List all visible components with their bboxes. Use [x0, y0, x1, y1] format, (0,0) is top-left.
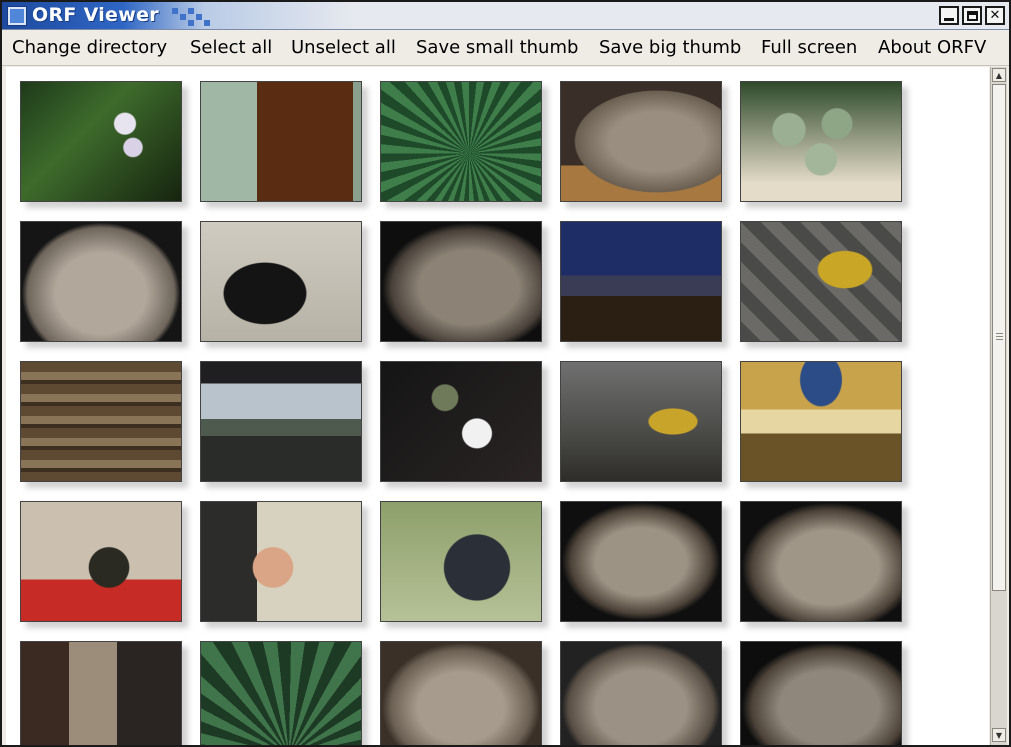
thumbnail[interactable] — [740, 81, 908, 208]
thumbnail[interactable] — [560, 361, 728, 488]
menu-save-big-thumb[interactable]: Save big thumb — [599, 37, 741, 58]
thumbnail[interactable] — [740, 641, 908, 745]
thumbnail[interactable] — [200, 641, 368, 745]
thumbnail[interactable] — [560, 641, 728, 745]
thumbnail[interactable] — [20, 81, 188, 208]
thumbnail-image[interactable] — [20, 641, 182, 745]
window-title: ORF Viewer — [32, 4, 159, 26]
thumbnail-image[interactable] — [200, 641, 362, 745]
thumbnail-image[interactable] — [380, 81, 542, 202]
menu-bar: Change directory Select all Unselect all… — [2, 31, 1009, 66]
thumbnail[interactable] — [740, 501, 908, 628]
thumbnail-image[interactable] — [200, 221, 362, 342]
thumbnail[interactable] — [380, 361, 548, 488]
orf-viewer-window: ORF Viewer ✕ Change directory Select all… — [0, 0, 1011, 747]
scroll-up-button[interactable]: ▲ — [992, 68, 1006, 82]
title-decoration — [162, 6, 214, 28]
thumbnail-image[interactable] — [740, 361, 902, 482]
thumbnail[interactable] — [200, 81, 368, 208]
thumbnail[interactable] — [380, 81, 548, 208]
app-icon[interactable] — [8, 7, 26, 25]
close-button[interactable]: ✕ — [985, 6, 1005, 25]
thumbnail-image[interactable] — [380, 361, 542, 482]
menu-about-orfv[interactable]: About ORFV — [878, 37, 986, 58]
thumbnail[interactable] — [20, 361, 188, 488]
thumbnail-image[interactable] — [560, 361, 722, 482]
thumbnail-image[interactable] — [740, 221, 902, 342]
menu-full-screen[interactable]: Full screen — [761, 37, 857, 58]
thumbnail[interactable] — [560, 501, 728, 628]
title-bar[interactable]: ORF Viewer ✕ — [2, 2, 1009, 30]
thumbnail[interactable] — [20, 641, 188, 745]
thumbnail-image[interactable] — [20, 361, 182, 482]
thumbnail[interactable] — [380, 641, 548, 745]
thumbnail[interactable] — [560, 81, 728, 208]
thumbnail[interactable] — [380, 221, 548, 348]
thumbnail-image[interactable] — [560, 501, 722, 622]
arrow-up-icon: ▲ — [995, 70, 1003, 80]
thumbnail-image[interactable] — [740, 81, 902, 202]
grip-line — [996, 333, 1003, 334]
thumbnail[interactable] — [380, 501, 548, 628]
arrow-down-icon: ▼ — [995, 730, 1003, 740]
minimize-icon — [944, 18, 954, 21]
close-icon: ✕ — [989, 8, 1001, 23]
thumbnail-image[interactable] — [560, 81, 722, 202]
thumbnail-image[interactable] — [200, 501, 362, 622]
maximize-icon — [966, 10, 978, 21]
grip-line — [996, 339, 1003, 340]
thumbnail-image[interactable] — [200, 361, 362, 482]
thumbnail-image[interactable] — [20, 501, 182, 622]
scrollbar-thumb[interactable] — [992, 84, 1006, 591]
menu-save-small-thumb[interactable]: Save small thumb — [416, 37, 578, 58]
thumbnail-image[interactable] — [740, 501, 902, 622]
maximize-button[interactable] — [962, 6, 982, 25]
thumbnail-image[interactable] — [560, 641, 722, 745]
thumbnail-image[interactable] — [380, 641, 542, 745]
scroll-down-button[interactable]: ▼ — [992, 728, 1006, 742]
minimize-button[interactable] — [939, 6, 959, 25]
thumbnail-image[interactable] — [380, 501, 542, 622]
thumbnail-grid[interactable] — [6, 67, 989, 745]
thumbnail[interactable] — [200, 361, 368, 488]
menu-unselect-all[interactable]: Unselect all — [291, 37, 396, 58]
thumbnail-image[interactable] — [740, 641, 902, 745]
grip-line — [996, 336, 1003, 337]
thumbnail-image[interactable] — [20, 221, 182, 342]
thumbnail-image[interactable] — [200, 81, 362, 202]
menu-change-directory[interactable]: Change directory — [12, 37, 167, 58]
thumbnail-image[interactable] — [560, 221, 722, 342]
thumbnail[interactable] — [740, 221, 908, 348]
thumbnail-image[interactable] — [20, 81, 182, 202]
thumbnail[interactable] — [560, 221, 728, 348]
thumbnail[interactable] — [20, 221, 188, 348]
menu-select-all[interactable]: Select all — [190, 37, 272, 58]
thumbnail[interactable] — [200, 221, 368, 348]
thumbnail[interactable] — [200, 501, 368, 628]
thumbnail[interactable] — [20, 501, 188, 628]
thumbnail[interactable] — [740, 361, 908, 488]
thumbnail-image[interactable] — [380, 221, 542, 342]
vertical-scrollbar[interactable]: ▲ ▼ — [990, 67, 1007, 745]
